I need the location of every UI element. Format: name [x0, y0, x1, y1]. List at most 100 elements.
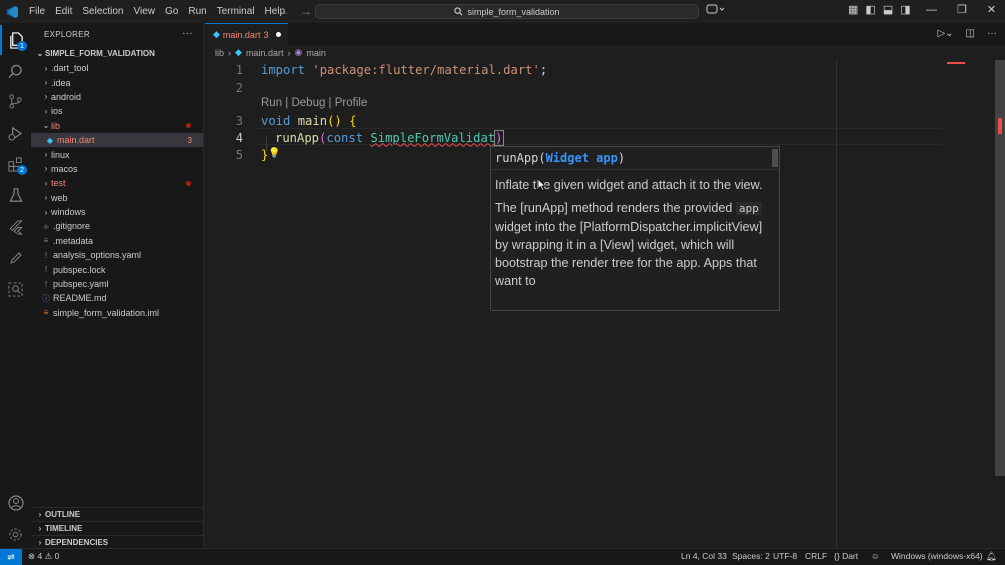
- customize-layout-icon[interactable]: ▦: [848, 3, 858, 16]
- more-actions-icon[interactable]: ···: [182, 28, 193, 39]
- vscode-logo-icon: [0, 0, 24, 23]
- settings-gear-icon[interactable]: [0, 519, 31, 549]
- tree-item-dart-tool[interactable]: › .dart_tool: [31, 61, 203, 75]
- testing-flask-icon[interactable]: [0, 180, 31, 210]
- tree-item-web[interactable]: › web: [31, 191, 203, 205]
- breadcrumb-folder[interactable]: lib: [215, 48, 224, 58]
- nav-arrows: ← →: [278, 4, 312, 18]
- line-number: 2: [235, 80, 243, 95]
- braces-icon: {}: [834, 551, 840, 561]
- flutter-icon[interactable]: [0, 212, 31, 242]
- command-center-search[interactable]: simple_form_validation: [315, 4, 699, 19]
- tree-item-label: .metadata: [53, 235, 94, 246]
- search-icon[interactable]: [0, 56, 31, 86]
- hover-scrollbar[interactable]: [772, 149, 778, 167]
- tree-item-linux[interactable]: › linux: [31, 147, 203, 161]
- line-endings[interactable]: CRLF: [805, 551, 827, 561]
- lightbulb-icon[interactable]: 💡: [268, 148, 280, 159]
- remote-indicator-icon[interactable]: ⇌: [0, 548, 22, 565]
- code-line-2: 2: [205, 79, 243, 96]
- account-icon[interactable]: [0, 488, 31, 518]
- tree-item-pubspec-lock[interactable]: ! pubspec.lock: [31, 262, 203, 276]
- remote-pencil-icon[interactable]: [0, 243, 31, 273]
- tree-item-readme[interactable]: ⓘ README.md: [31, 291, 203, 305]
- inspector-icon[interactable]: [0, 274, 31, 304]
- tree-item-test[interactable]: › test: [31, 176, 203, 190]
- breadcrumb-symbol[interactable]: main: [306, 48, 326, 58]
- minimize-icon[interactable]: —: [926, 4, 937, 16]
- run-debug-icon[interactable]: [0, 118, 31, 148]
- explorer-sidebar: EXPLORER ··· ⌄ SIMPLE_FORM_VALIDATION ›.…: [31, 23, 204, 548]
- menu-file[interactable]: File: [24, 6, 50, 17]
- layout-controls: ▦ ◧ ⬓ ◨: [848, 3, 911, 16]
- breadcrumb-file[interactable]: main.dart: [246, 48, 284, 58]
- chevron-right-icon: ›: [44, 63, 48, 73]
- split-editor-icon[interactable]: ◫: [966, 28, 975, 39]
- tree-item-android[interactable]: › android: [31, 90, 203, 104]
- hover-signature: runApp(Widget app): [491, 147, 779, 170]
- tree-item-metadata[interactable]: ≡ .metadata: [31, 234, 203, 248]
- language-mode[interactable]: {} Dart: [834, 551, 858, 561]
- tree-item-windows[interactable]: › windows: [31, 205, 203, 219]
- tree-item-label: android: [51, 91, 82, 102]
- tree-item-main-dart[interactable]: ◆ main.dart 3: [31, 132, 203, 148]
- dependencies-section[interactable]: › DEPENDENCIES: [31, 535, 204, 549]
- forward-arrow-icon[interactable]: →: [300, 4, 312, 18]
- tree-item-lib[interactable]: ⌄ lib: [31, 119, 203, 133]
- tree-item-analysis-options[interactable]: ! analysis_options.yaml: [31, 248, 203, 262]
- notifications-bell-icon[interactable]: 🔔︎: [986, 551, 997, 562]
- copilot-icon[interactable]: [706, 3, 724, 15]
- indentation[interactable]: Spaces: 2: [732, 551, 770, 561]
- menu-view[interactable]: View: [129, 6, 161, 17]
- tree-item-label: .idea: [51, 77, 71, 88]
- error-dot: [186, 180, 191, 186]
- back-arrow-icon[interactable]: ←: [278, 4, 290, 18]
- tree-item-ios[interactable]: › ios: [31, 104, 203, 118]
- tree-item-iml[interactable]: ≡ simple_form_validation.iml: [31, 306, 203, 320]
- tree-item-macos[interactable]: › macos: [31, 162, 203, 176]
- outline-section[interactable]: › OUTLINE: [31, 507, 204, 521]
- chevron-right-icon: ›: [44, 193, 48, 203]
- tree-item-label: lib: [51, 120, 61, 131]
- copilot-status-icon[interactable]: ☺: [871, 551, 880, 561]
- tree-item-label: ios: [51, 106, 63, 117]
- workspace-root-folder[interactable]: ⌄ SIMPLE_FORM_VALIDATION: [31, 46, 203, 61]
- toggle-panel-icon[interactable]: ⬓: [883, 3, 893, 16]
- toggle-primary-sidebar-icon[interactable]: ◧: [865, 3, 875, 16]
- codelens-run-debug-profile[interactable]: Run | Debug | Profile: [261, 97, 367, 109]
- menu-selection[interactable]: Selection: [77, 6, 128, 17]
- explorer-icon[interactable]: 1: [0, 25, 31, 55]
- close-icon[interactable]: ✕: [987, 3, 996, 16]
- menu-run[interactable]: Run: [183, 6, 211, 17]
- toggle-secondary-sidebar-icon[interactable]: ◨: [900, 3, 910, 16]
- encoding[interactable]: UTF-8: [773, 551, 797, 561]
- timeline-section[interactable]: › TIMELINE: [31, 521, 204, 535]
- menu-go[interactable]: Go: [160, 6, 183, 17]
- menu-edit[interactable]: Edit: [50, 6, 77, 17]
- function-symbol-icon: ◉: [294, 47, 303, 57]
- restore-icon[interactable]: ❐: [957, 3, 967, 16]
- signature-end: ): [617, 151, 626, 165]
- code-line-5: 5 }: [205, 146, 269, 163]
- tree-item-pubspec-yaml[interactable]: ! pubspec.yaml: [31, 277, 203, 291]
- tab-main-dart[interactable]: ◆ main.dart 3: [205, 23, 288, 45]
- extensions-icon[interactable]: 2: [0, 149, 31, 179]
- menu-terminal[interactable]: Terminal: [212, 6, 260, 17]
- main-signature-rest: () {: [327, 113, 357, 128]
- tree-item-label: README.md: [53, 293, 107, 304]
- run-dropdown-icon[interactable]: ▷⌄: [937, 28, 953, 39]
- source-control-icon[interactable]: [0, 86, 31, 116]
- flutter-device[interactable]: Windows (windows-x64): [891, 551, 983, 561]
- explorer-title: EXPLORER: [44, 29, 90, 39]
- tree-item-gitignore[interactable]: ◈ .gitignore: [31, 219, 203, 233]
- warning-icon: ⚠: [44, 551, 53, 561]
- doc-text-a: The [runApp] method renders the provided: [495, 201, 733, 215]
- more-actions-icon[interactable]: ···: [987, 28, 997, 39]
- minimap[interactable]: [947, 62, 965, 64]
- title-bar: File Edit Selection View Go Run Terminal…: [0, 0, 1005, 23]
- cursor-position[interactable]: Ln 4, Col 33: [681, 551, 727, 561]
- code-line-4: 4 runApp(const SimpleFormValidat): [205, 129, 504, 146]
- unsaved-dot-icon[interactable]: [276, 32, 282, 37]
- tree-item-idea[interactable]: › .idea: [31, 75, 203, 89]
- problems-indicator[interactable]: ⊗ 4 ⚠ 0: [28, 551, 59, 562]
